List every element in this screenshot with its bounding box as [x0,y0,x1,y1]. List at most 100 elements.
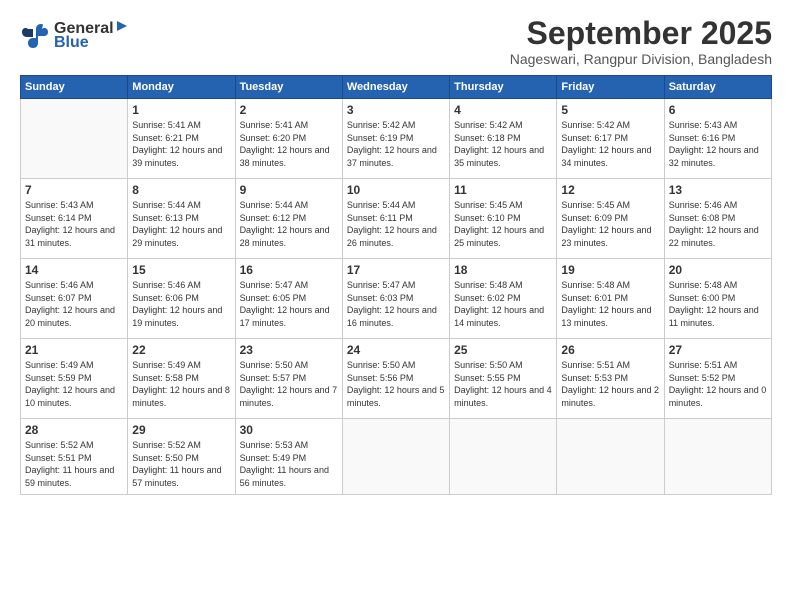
day-number: 20 [669,263,767,277]
day-number: 15 [132,263,230,277]
logo-arrow-icon [115,19,129,33]
table-row: 6 Sunrise: 5:43 AM Sunset: 6:16 PM Daylig… [664,99,771,179]
table-row: 11 Sunrise: 5:45 AM Sunset: 6:10 PM Dayli… [450,179,557,259]
table-row: 30Sunrise: 5:53 AM Sunset: 5:49 PM Dayli… [235,419,342,494]
weekday-wednesday: Wednesday [342,76,449,99]
table-row: 7 Sunrise: 5:43 AM Sunset: 6:14 PM Daylig… [21,179,128,259]
table-row: 4 Sunrise: 5:42 AM Sunset: 6:18 PM Daylig… [450,99,557,179]
day-info: Sunrise: 5:43 AM Sunset: 6:14 PM Dayligh… [25,199,123,249]
table-row: 10 Sunrise: 5:44 AM Sunset: 6:11 PM Dayli… [342,179,449,259]
day-info: Sunrise: 5:51 AM Sunset: 5:53 PM Dayligh… [561,359,659,409]
day-info: Sunrise: 5:49 AM Sunset: 5:59 PM Dayligh… [25,359,123,409]
day-info: Sunrise: 5:41 AM Sunset: 6:20 PM Dayligh… [240,119,338,169]
day-number: 8 [132,183,230,197]
day-number: 5 [561,103,659,117]
weekday-monday: Monday [128,76,235,99]
day-info: Sunrise: 5:52 AM Sunset: 5:50 PM Dayligh… [132,439,230,489]
location-subtitle: Nageswari, Rangpur Division, Bangladesh [510,51,772,67]
table-row: 3 Sunrise: 5:42 AM Sunset: 6:19 PM Daylig… [342,99,449,179]
table-row: 19 Sunrise: 5:48 AM Sunset: 6:01 PM Dayli… [557,259,664,339]
day-info: Sunrise: 5:49 AM Sunset: 5:58 PM Dayligh… [132,359,230,409]
table-row: 17 Sunrise: 5:47 AM Sunset: 6:03 PM Dayli… [342,259,449,339]
day-number: 1 [132,103,230,117]
day-info: Sunrise: 5:50 AM Sunset: 5:56 PM Dayligh… [347,359,445,409]
day-number: 11 [454,183,552,197]
day-number: 18 [454,263,552,277]
day-info: Sunrise: 5:41 AM Sunset: 6:21 PM Dayligh… [132,119,230,169]
table-row [664,419,771,494]
day-number: 26 [561,343,659,357]
calendar-table: Sunday Monday Tuesday Wednesday Thursday… [20,75,772,494]
day-info: Sunrise: 5:50 AM Sunset: 5:57 PM Dayligh… [240,359,338,409]
weekday-friday: Friday [557,76,664,99]
day-number: 17 [347,263,445,277]
day-info: Sunrise: 5:48 AM Sunset: 6:00 PM Dayligh… [669,279,767,329]
day-number: 3 [347,103,445,117]
table-row: 8 Sunrise: 5:44 AM Sunset: 6:13 PM Daylig… [128,179,235,259]
day-info: Sunrise: 5:42 AM Sunset: 6:18 PM Dayligh… [454,119,552,169]
weekday-sunday: Sunday [21,76,128,99]
table-row: 14 Sunrise: 5:46 AM Sunset: 6:07 PM Dayli… [21,259,128,339]
table-row: 2 Sunrise: 5:41 AM Sunset: 6:20 PM Daylig… [235,99,342,179]
day-number: 23 [240,343,338,357]
table-row: 26 Sunrise: 5:51 AM Sunset: 5:53 PM Dayli… [557,339,664,419]
table-row: 22 Sunrise: 5:49 AM Sunset: 5:58 PM Dayli… [128,339,235,419]
day-number: 21 [25,343,123,357]
table-row: 13 Sunrise: 5:46 AM Sunset: 6:08 PM Dayli… [664,179,771,259]
table-row: 1 Sunrise: 5:41 AM Sunset: 6:21 PM Daylig… [128,99,235,179]
table-row: 9 Sunrise: 5:44 AM Sunset: 6:12 PM Daylig… [235,179,342,259]
day-info: Sunrise: 5:46 AM Sunset: 6:08 PM Dayligh… [669,199,767,249]
day-number: 4 [454,103,552,117]
day-number: 29 [132,423,230,437]
day-number: 16 [240,263,338,277]
table-row: 20 Sunrise: 5:48 AM Sunset: 6:00 PM Dayli… [664,259,771,339]
weekday-tuesday: Tuesday [235,76,342,99]
table-row: 24 Sunrise: 5:50 AM Sunset: 5:56 PM Dayli… [342,339,449,419]
day-number: 28 [25,423,123,437]
table-row [21,99,128,179]
day-info: Sunrise: 5:46 AM Sunset: 6:07 PM Dayligh… [25,279,123,329]
table-row [450,419,557,494]
day-number: 7 [25,183,123,197]
weekday-saturday: Saturday [664,76,771,99]
table-row: 23 Sunrise: 5:50 AM Sunset: 5:57 PM Dayli… [235,339,342,419]
day-number: 2 [240,103,338,117]
table-row [557,419,664,494]
day-info: Sunrise: 5:42 AM Sunset: 6:17 PM Dayligh… [561,119,659,169]
day-info: Sunrise: 5:44 AM Sunset: 6:11 PM Dayligh… [347,199,445,249]
day-number: 30 [240,423,338,437]
day-info: Sunrise: 5:42 AM Sunset: 6:19 PM Dayligh… [347,119,445,169]
day-info: Sunrise: 5:48 AM Sunset: 6:02 PM Dayligh… [454,279,552,329]
table-row [342,419,449,494]
day-number: 14 [25,263,123,277]
day-info: Sunrise: 5:48 AM Sunset: 6:01 PM Dayligh… [561,279,659,329]
table-row: 27Sunrise: 5:51 AM Sunset: 5:52 PM Dayli… [664,339,771,419]
day-number: 24 [347,343,445,357]
day-number: 25 [454,343,552,357]
day-number: 6 [669,103,767,117]
day-info: Sunrise: 5:46 AM Sunset: 6:06 PM Dayligh… [132,279,230,329]
day-info: Sunrise: 5:47 AM Sunset: 6:03 PM Dayligh… [347,279,445,329]
table-row: 29 Sunrise: 5:52 AM Sunset: 5:50 PM Dayli… [128,419,235,494]
day-number: 22 [132,343,230,357]
table-row: 25 Sunrise: 5:50 AM Sunset: 5:55 PM Dayli… [450,339,557,419]
day-info: Sunrise: 5:45 AM Sunset: 6:10 PM Dayligh… [454,199,552,249]
day-number: 13 [669,183,767,197]
day-number: 9 [240,183,338,197]
day-number: 19 [561,263,659,277]
table-row: 16Sunrise: 5:47 AM Sunset: 6:05 PM Dayli… [235,259,342,339]
day-info: Sunrise: 5:45 AM Sunset: 6:09 PM Dayligh… [561,199,659,249]
day-number: 10 [347,183,445,197]
day-info: Sunrise: 5:44 AM Sunset: 6:13 PM Dayligh… [132,199,230,249]
day-info: Sunrise: 5:50 AM Sunset: 5:55 PM Dayligh… [454,359,552,409]
table-row: 5 Sunrise: 5:42 AM Sunset: 6:17 PM Daylig… [557,99,664,179]
table-row: 28 Sunrise: 5:52 AM Sunset: 5:51 PM Dayli… [21,419,128,494]
day-info: Sunrise: 5:52 AM Sunset: 5:51 PM Dayligh… [25,439,123,489]
table-row: 18 Sunrise: 5:48 AM Sunset: 6:02 PM Dayli… [450,259,557,339]
day-info: Sunrise: 5:44 AM Sunset: 6:12 PM Dayligh… [240,199,338,249]
logo-icon [20,21,50,51]
day-number: 12 [561,183,659,197]
table-row: 15 Sunrise: 5:46 AM Sunset: 6:06 PM Dayli… [128,259,235,339]
month-year-title: September 2025 [510,16,772,51]
day-info: Sunrise: 5:43 AM Sunset: 6:16 PM Dayligh… [669,119,767,169]
